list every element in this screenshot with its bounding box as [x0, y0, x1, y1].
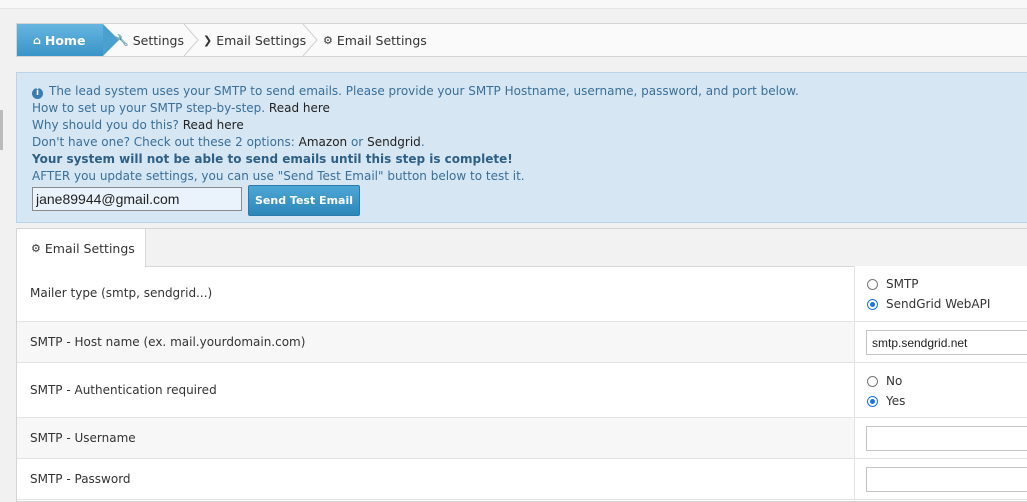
alert-line-5: Your system will not be able to send ema… — [32, 152, 513, 166]
radio-label: SMTP — [886, 277, 919, 291]
info-icon: i — [32, 88, 43, 99]
radio-button-selected[interactable] — [867, 298, 878, 310]
breadcrumb-email-settings-label: Email Settings — [216, 32, 307, 48]
radio-no[interactable]: No — [867, 374, 902, 388]
alert-line-4-text: Don't have one? Check out these 2 option… — [32, 135, 295, 149]
setting-label: SMTP - Host name (ex. mail.yourdomain.co… — [30, 335, 306, 349]
alert-line-2: How to set up your SMTP step-by-step. Re… — [32, 101, 330, 115]
setup-read-here-link[interactable]: Read here — [269, 101, 330, 115]
radio-label: No — [886, 374, 903, 388]
radio-smtp[interactable]: SMTP — [867, 277, 919, 291]
breadcrumb-email-settings[interactable]: ❯ Email Settings — [203, 24, 306, 56]
sendgrid-link[interactable]: Sendgrid — [367, 135, 421, 149]
radio-button[interactable] — [867, 278, 878, 290]
breadcrumb-settings-label: Settings — [132, 32, 184, 48]
radio-button-selected[interactable] — [867, 395, 878, 407]
password-input[interactable] — [866, 467, 1027, 492]
host-name-input[interactable] — [866, 330, 1027, 355]
sidebar-edge — [0, 110, 3, 150]
setting-row-auth-required: SMTP - Authentication required No Yes — [17, 363, 1027, 418]
setting-label: SMTP - Authentication required — [30, 383, 217, 397]
alert-line-3: Why should you do this? Read here — [32, 118, 244, 132]
setting-row-password: SMTP - Password — [17, 459, 1027, 500]
setting-label: Mailer type (smtp, sendgrid...) — [30, 286, 213, 300]
top-strip — [0, 0, 1027, 9]
breadcrumb-separator — [302, 24, 318, 56]
radio-yes[interactable]: Yes — [867, 394, 905, 408]
send-test-email-button[interactable]: Send Test Email — [248, 185, 360, 216]
breadcrumb: ⌂ Home 🔧 Settings ❯ Email Settings ⚙ Ema… — [16, 23, 1027, 57]
alert-line-1: i The lead system uses your SMTP to send … — [32, 84, 799, 99]
alert-line-6-text: AFTER you update settings, you can use "… — [32, 169, 525, 183]
home-icon: ⌂ — [33, 33, 41, 47]
email-settings-panel: ⚙ Email Settings Mailer type (smtp, send… — [16, 228, 1027, 502]
alert-line-1-text: The lead system uses your SMTP to send e… — [49, 84, 799, 98]
radio-label: Yes — [886, 394, 906, 408]
radio-sendgrid-webapi[interactable]: SendGrid WebAPI — [867, 297, 990, 311]
tab-bar: ⚙ Email Settings — [17, 229, 1027, 267]
chevron-right-icon: ❯ — [203, 33, 213, 47]
amazon-link[interactable]: Amazon — [299, 135, 348, 149]
setting-control — [854, 418, 1027, 458]
alert-line-2-text: How to set up your SMTP step-by-step. — [32, 101, 266, 115]
alert-period: . — [420, 135, 425, 149]
gears-icon: ⚙ — [323, 33, 333, 47]
breadcrumb-email-settings-current: ⚙ Email Settings — [323, 24, 427, 56]
radio-button[interactable] — [867, 375, 878, 387]
alert-line-6: AFTER you update settings, you can use "… — [32, 169, 525, 183]
setting-row-host-name: SMTP - Host name (ex. mail.yourdomain.co… — [17, 322, 1027, 363]
breadcrumb-home-label: Home — [44, 32, 86, 48]
test-email-input[interactable] — [32, 187, 242, 211]
info-alert: i The lead system uses your SMTP to send … — [16, 72, 1027, 223]
setting-row-mailer-type: Mailer type (smtp, sendgrid...) SMTP Sen… — [17, 266, 1027, 322]
setting-control: No Yes — [854, 363, 1027, 417]
setting-label: SMTP - Username — [30, 431, 136, 445]
setting-row-username: SMTP - Username — [17, 418, 1027, 459]
breadcrumb-separator — [183, 24, 199, 56]
tab-email-settings[interactable]: ⚙ Email Settings — [17, 229, 146, 267]
breadcrumb-current-label: Email Settings — [336, 32, 427, 48]
setting-control — [854, 322, 1027, 362]
alert-or-text: or — [350, 135, 364, 149]
why-read-here-link[interactable]: Read here — [183, 118, 244, 132]
gears-icon: ⚙ — [31, 241, 41, 255]
breadcrumb-home[interactable]: ⌂ Home — [17, 24, 119, 56]
setting-control: SMTP SendGrid WebAPI — [854, 266, 1027, 321]
radio-label: SendGrid WebAPI — [886, 297, 991, 311]
tab-email-settings-label: Email Settings — [44, 240, 135, 256]
wrench-icon: 🔧 — [115, 33, 129, 47]
setting-label: SMTP - Password — [30, 472, 131, 486]
username-input[interactable] — [866, 426, 1027, 451]
alert-line-4: Don't have one? Check out these 2 option… — [32, 135, 425, 149]
alert-line-3-text: Why should you do this? — [32, 118, 179, 132]
breadcrumb-settings[interactable]: 🔧 Settings — [115, 24, 184, 56]
setting-control — [854, 459, 1027, 499]
alert-warning-text: Your system will not be able to send ema… — [32, 152, 513, 166]
